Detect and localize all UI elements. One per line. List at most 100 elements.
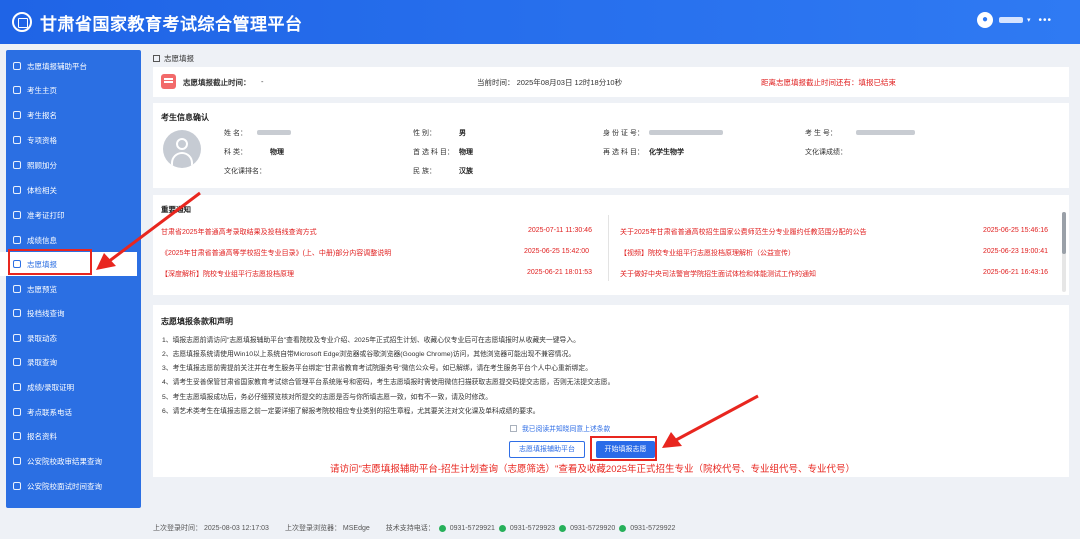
query-icon (13, 358, 21, 366)
sidebar-item-exam-site-phone[interactable]: 考点联系电话 (0, 400, 135, 424)
home-icon[interactable] (153, 55, 160, 62)
phone-icon (13, 408, 21, 416)
agree-label[interactable]: 我已阅读并知晓同意上述条款 (522, 423, 610, 433)
sidebar-item-physical-exam[interactable]: 体检相关 (0, 178, 135, 202)
subject-label: 科 类： (224, 149, 247, 156)
ethnic-value: 汉族 (459, 168, 473, 175)
certificate-icon (13, 383, 21, 391)
user-icon (13, 86, 21, 94)
sidebar-item-assist-platform[interactable]: 志愿填报辅助平台 (0, 54, 135, 78)
remaining-time: 距离志愿填报截止时间还有：填报已结束 (761, 78, 896, 87)
last-login-time: 上次登录时间： 2025-08-03 12:17:03 (153, 525, 269, 532)
ethnic-label: 民 族： (413, 168, 436, 175)
chevron-down-icon[interactable]: ▾ (1027, 16, 1031, 24)
first-choice-value: 物理 (459, 149, 473, 156)
student-avatar-icon (163, 130, 201, 168)
sidebar-item-cutoff-query[interactable]: 投档线查询 (0, 301, 135, 325)
plus-icon (13, 161, 21, 169)
search-icon (13, 309, 21, 317)
terms-line: 3、考生填报志愿前需提前关注并在考生服务平台绑定"甘肃省教育考试院服务号"微信公… (162, 365, 593, 372)
user-menu[interactable]: ● ▾ ••• (976, 12, 1052, 28)
last-login-browser: 上次登录浏览器： MSEdge (284, 525, 370, 532)
name-value-masked (257, 130, 291, 135)
name-label: 姓 名： (224, 130, 247, 137)
print-icon (13, 211, 21, 219)
subject-value: 物理 (270, 149, 284, 156)
footer: 上次登录时间： 2025-08-03 12:17:03 上次登录浏览器： MSE… (153, 523, 679, 533)
notice-divider (608, 215, 609, 281)
sidebar-item-home[interactable]: 考生主页 (0, 78, 135, 102)
platform-icon (13, 62, 21, 70)
phone-icon (559, 524, 567, 532)
culture-score-label: 文化课成绩： (805, 149, 847, 156)
terms-line: 2、志愿填报系统请使用Win10以上系统自带Microsoft Edge浏览器或… (162, 351, 576, 358)
notice-title: 重要通知 (161, 205, 191, 214)
more-icon[interactable]: ••• (1038, 15, 1052, 26)
assist-platform-button[interactable]: 志愿填报辅助平台 (509, 441, 585, 458)
sidebar-item-bonus-points[interactable]: 照顾加分 (0, 153, 135, 177)
culture-rank-label: 文化课排名： (224, 168, 266, 175)
page-scrollbar[interactable] (1062, 212, 1066, 292)
notice-link[interactable]: 关于做好中央司法警官学院招生面试体检和体能测试工作的通知 (620, 269, 816, 279)
sidebar-item-special-qualification[interactable]: 专项资格 (0, 128, 135, 152)
notice-date: 2025-06-25 15:42:00 (524, 248, 589, 255)
sidebar-item-police-review[interactable]: 公安院校政审结果查询 (0, 449, 135, 473)
top-header: 甘肃省国家教育考试综合管理平台 ● ▾ ••• (0, 0, 1080, 44)
phone-icon (498, 524, 506, 532)
id-label: 身 份 证 号： (603, 130, 644, 137)
notice-date: 2025-06-21 16:43:16 (983, 269, 1048, 276)
sidebar-item-admission-ticket[interactable]: 准考证打印 (0, 203, 135, 227)
heart-icon (13, 186, 21, 194)
breadcrumb-current: 志愿填报 (164, 54, 194, 63)
notice-date: 2025-07-11 11:30:46 (528, 227, 592, 234)
gender-value: 男 (459, 130, 466, 137)
terms-line: 1、填报志愿前请访问"志愿填报辅助平台"查看院校及专业介绍、2025年正式招生计… (162, 337, 580, 344)
support-phone: 0931-5729923 (509, 524, 556, 532)
sidebar-item-admission-status[interactable]: 录取动态 (0, 326, 135, 350)
activity-icon (13, 334, 21, 342)
student-info-card: 考生信息确认 姓 名： 性 别： 男 身 份 证 号： 考 生 号： 科 类： … (153, 103, 1069, 188)
id-value-masked (649, 130, 723, 135)
agree-checkbox[interactable] (510, 424, 517, 432)
sidebar-item-police-interview[interactable]: 公安院校面试时间查询 (0, 474, 135, 498)
notice-link[interactable]: 【深度解析】院校专业组平行志愿投档原理 (161, 269, 294, 279)
sidebar-item-registration-docs[interactable]: 报名资料 (0, 424, 135, 448)
user-avatar-icon[interactable]: ● (976, 12, 993, 28)
first-choice-label: 首 选 科 目： (413, 149, 454, 156)
form-icon (13, 111, 21, 119)
deadline-bar: 志愿填报截止时间： - 当前时间： 2025年08月03日 12时18分10秒 … (153, 67, 1069, 97)
shield-icon (13, 457, 21, 465)
sidebar-item-register[interactable]: 考生报名 (0, 103, 135, 127)
deadline-label: 志愿填报截止时间： (183, 78, 251, 87)
sidebar-item-volunteer-preview[interactable]: 志愿预览 (0, 277, 135, 301)
phone-icon (619, 524, 627, 532)
terms-line: 6、请艺术类考生在填报志愿之前一定要详细了解报考院校相应专业类别的招生章程，尤其… (162, 408, 540, 415)
support-label: 技术支持电话： (385, 525, 435, 532)
sidebar-item-admission-query[interactable]: 录取查询 (0, 350, 135, 374)
preview-icon (13, 285, 21, 293)
user-name-masked[interactable] (998, 17, 1023, 23)
notice-date: 2025-06-25 15:46:16 (983, 227, 1048, 234)
notice-link[interactable]: 【视频】院校专业组平行志愿投档原理解析（公益宣传） (620, 248, 795, 258)
agree-checkbox-row[interactable]: 我已阅读并知晓同意上述条款 (510, 423, 610, 433)
annotation-note: 请访问"志愿填报辅助平台-招生计划查询（志愿筛选）"查看及收藏2025年正式招生… (330, 464, 856, 475)
notice-date: 2025-06-21 18:01:53 (527, 269, 592, 276)
second-choice-label: 再 选 科 目： (603, 149, 644, 156)
terms-line: 4、请考生妥善保管甘肃省国家教育考试综合管理平台系统账号和密码，考生志愿填报时需… (162, 379, 615, 386)
support-phone: 0931-5729920 (570, 524, 616, 532)
deadline-value: - (261, 77, 264, 86)
site-title: 甘肃省国家教育考试综合管理平台 (40, 14, 303, 34)
student-info-title: 考生信息确认 (161, 113, 209, 122)
notice-link[interactable]: 甘肃省2025年普通高考录取结果及投档线查询方式 (161, 227, 317, 237)
notice-link[interactable]: 《2025年甘肃省普通高等学校招生专业目录》(上、中册)部分内容调整说明 (161, 248, 391, 258)
document-icon (13, 432, 21, 440)
notice-link[interactable]: 关于2025年甘肃省普通高校招生国家公费师范生分专业履约任教范围分配的公告 (620, 227, 867, 237)
notice-date: 2025-06-23 19:00:41 (983, 248, 1048, 255)
second-choice-value: 化学生物学 (649, 149, 684, 156)
exam-no-label: 考 生 号： (805, 130, 837, 137)
scrollbar-thumb[interactable] (1062, 212, 1066, 254)
sidebar-highlight-box (8, 249, 92, 275)
current-time: 当前时间： 2025年08月03日 12时18分10秒 (477, 78, 623, 87)
emblem-logo-icon (12, 12, 32, 32)
sidebar-item-certificate[interactable]: 成绩/录取证明 (0, 375, 135, 399)
